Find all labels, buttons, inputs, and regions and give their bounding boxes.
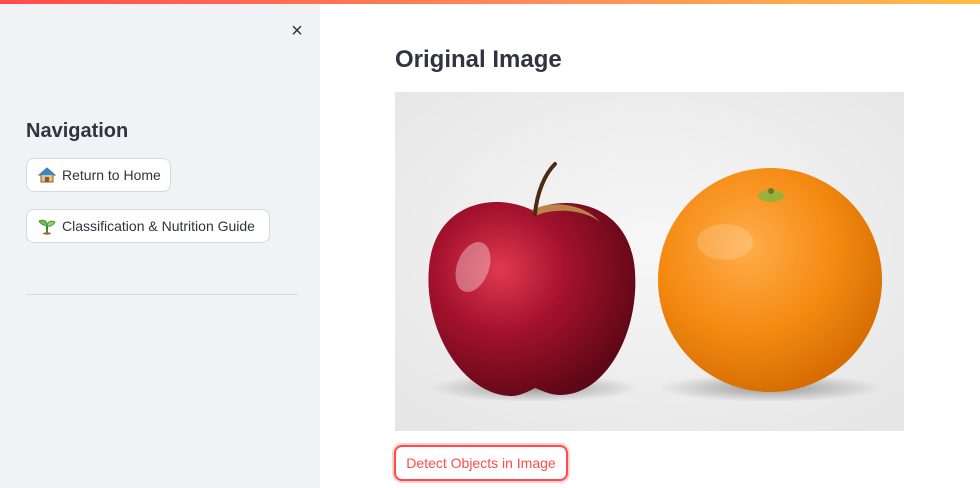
house-icon <box>37 166 57 184</box>
sidebar-divider <box>26 294 298 295</box>
sidebar: × Navigation Return to Home Classificati… <box>0 4 320 488</box>
seedling-icon <box>38 217 56 235</box>
nutrition-guide-button[interactable]: Classification & Nutrition Guide <box>26 209 270 243</box>
sidebar-heading: Navigation <box>26 120 129 142</box>
return-home-label: Return to Home <box>62 167 161 183</box>
original-image <box>395 92 904 431</box>
nutrition-guide-label: Classification & Nutrition Guide <box>62 218 255 234</box>
close-sidebar-button[interactable]: × <box>287 21 307 41</box>
page-title: Original Image <box>395 46 562 73</box>
return-home-button[interactable]: Return to Home <box>26 158 171 192</box>
detect-objects-button[interactable]: Detect Objects in Image <box>394 445 568 481</box>
close-icon: × <box>291 20 303 42</box>
